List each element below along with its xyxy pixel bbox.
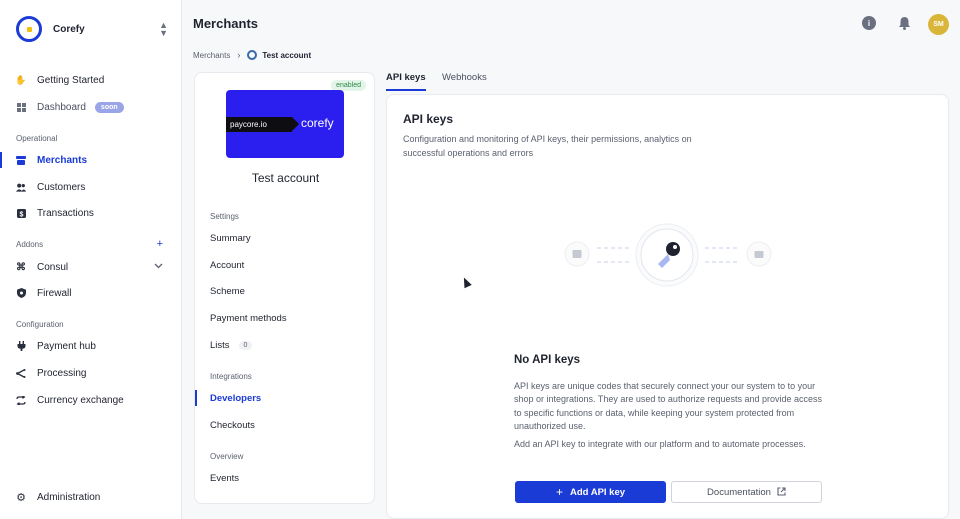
command-icon: ⌘ — [16, 261, 26, 273]
route-icon — [16, 368, 26, 378]
add-addon-icon[interactable]: + — [157, 238, 163, 250]
lists-count-badge: 0 — [238, 340, 253, 350]
sidebar-item-dashboard[interactable]: Dashboard soon — [0, 96, 181, 118]
empty-state-description: API keys are unique codes that securely … — [514, 381, 823, 431]
tab-webhooks[interactable]: Webhooks — [442, 72, 487, 89]
store-icon — [16, 155, 26, 165]
overview-section-label: Overview — [210, 452, 244, 461]
sidebar-item-label: Administration — [37, 491, 101, 503]
sidebar-item-label: Consul — [37, 261, 69, 273]
sidebar-item-payment-hub[interactable]: Payment hub — [0, 335, 181, 357]
section-addons: Addons — [16, 240, 44, 249]
hand-wave-icon: ✋ — [15, 74, 27, 85]
dashboard-icon — [16, 102, 26, 112]
dollar-icon: $ — [16, 208, 26, 218]
chevron-updown-icon[interactable]: ▲ ▼ — [159, 21, 168, 38]
sidebar-item-label: Merchants — [37, 154, 88, 166]
merchant-logo: paycore.io corefy — [226, 90, 344, 158]
shield-icon — [16, 288, 26, 298]
plus-icon: + — [555, 485, 563, 499]
plug-icon — [16, 341, 26, 351]
breadcrumb: Merchants › Test account — [193, 50, 311, 60]
sidebar: Corefy ▲ ▼ ✋ Getting Started Dashboard so… — [0, 0, 182, 519]
menu-item-payment-methods[interactable]: Payment methods — [195, 308, 376, 328]
sidebar-item-label: Processing — [37, 367, 87, 379]
sidebar-item-label: Currency exchange — [37, 394, 124, 406]
integrations-section-label: Integrations — [210, 372, 252, 381]
empty-state-hint: Add an API key to integrate with our pla… — [514, 439, 806, 449]
svg-text:$: $ — [19, 211, 23, 218]
sidebar-item-consul[interactable]: ⌘ Consul — [0, 256, 181, 278]
brand-name: Corefy — [53, 23, 85, 35]
settings-section-label: Settings — [210, 212, 239, 221]
menu-item-developers[interactable]: Developers — [195, 388, 376, 408]
sidebar-item-label: Getting Started — [37, 74, 105, 86]
section-configuration: Configuration — [16, 320, 64, 329]
api-keys-panel: API keys Configuration and monitoring of… — [386, 94, 949, 519]
sidebar-item-transactions[interactable]: $ Transactions — [0, 202, 181, 224]
panel-description: Configuration and monitoring of API keys… — [403, 134, 692, 158]
sidebar-item-label: Dashboard — [37, 101, 86, 113]
brand-switcher[interactable]: Corefy ▲ ▼ — [16, 16, 168, 42]
sidebar-item-firewall[interactable]: Firewall — [0, 282, 181, 304]
chevron-right-icon: › — [237, 50, 241, 60]
sidebar-item-label: Payment hub — [37, 340, 96, 352]
menu-item-label: Lists — [210, 339, 230, 351]
sidebar-item-administration[interactable]: ⚙ Administration — [0, 486, 181, 508]
corefy-logo-icon — [16, 16, 42, 42]
sidebar-item-getting-started[interactable]: ✋ Getting Started — [0, 69, 181, 91]
add-api-key-label: Add API key — [569, 486, 626, 498]
avatar[interactable]: SM — [928, 14, 949, 35]
logo-text-right: corefy — [301, 116, 334, 130]
menu-item-account[interactable]: Account — [195, 255, 376, 275]
sidebar-item-customers[interactable]: Customers — [0, 176, 181, 198]
soon-badge: soon — [94, 101, 124, 113]
panel-title: API keys — [403, 112, 454, 126]
add-api-key-button[interactable]: + Add API key — [515, 481, 666, 503]
sidebar-item-processing[interactable]: Processing — [0, 362, 181, 384]
chevron-down-icon[interactable] — [154, 261, 163, 271]
breadcrumb-root[interactable]: Merchants — [193, 51, 230, 60]
bell-icon[interactable] — [897, 16, 911, 30]
section-operational: Operational — [16, 134, 58, 143]
api-keys-illustration-icon — [564, 223, 772, 287]
info-icon[interactable]: i — [862, 16, 876, 30]
merchant-card: enabled paycore.io corefy Test account S… — [194, 72, 375, 504]
documentation-label: Documentation — [707, 486, 771, 498]
sidebar-item-merchants[interactable]: Merchants — [0, 149, 181, 171]
external-link-icon — [777, 486, 786, 498]
tab-api-keys[interactable]: API keys — [386, 72, 426, 91]
users-icon — [16, 182, 26, 192]
gear-icon: ⚙ — [16, 491, 26, 504]
menu-item-checkouts[interactable]: Checkouts — [195, 415, 376, 435]
exchange-icon — [16, 395, 26, 405]
logo-text-left: paycore.io — [226, 117, 299, 132]
documentation-button[interactable]: Documentation — [671, 481, 822, 503]
sidebar-item-label: Customers — [37, 181, 86, 193]
menu-item-events[interactable]: Events — [195, 468, 376, 488]
sidebar-item-label: Transactions — [37, 207, 94, 219]
sidebar-item-label: Firewall — [37, 287, 72, 299]
breadcrumb-current: Test account — [262, 50, 312, 60]
merchant-name: Test account — [251, 171, 320, 185]
page-title: Merchants — [193, 16, 259, 31]
empty-state-title: No API keys — [514, 354, 581, 366]
merchant-icon — [247, 50, 258, 60]
menu-item-summary[interactable]: Summary — [195, 228, 376, 248]
sidebar-item-currency-exchange[interactable]: Currency exchange — [0, 389, 181, 411]
menu-item-scheme[interactable]: Scheme — [195, 281, 376, 301]
menu-item-lists[interactable]: Lists 0 — [195, 335, 376, 355]
